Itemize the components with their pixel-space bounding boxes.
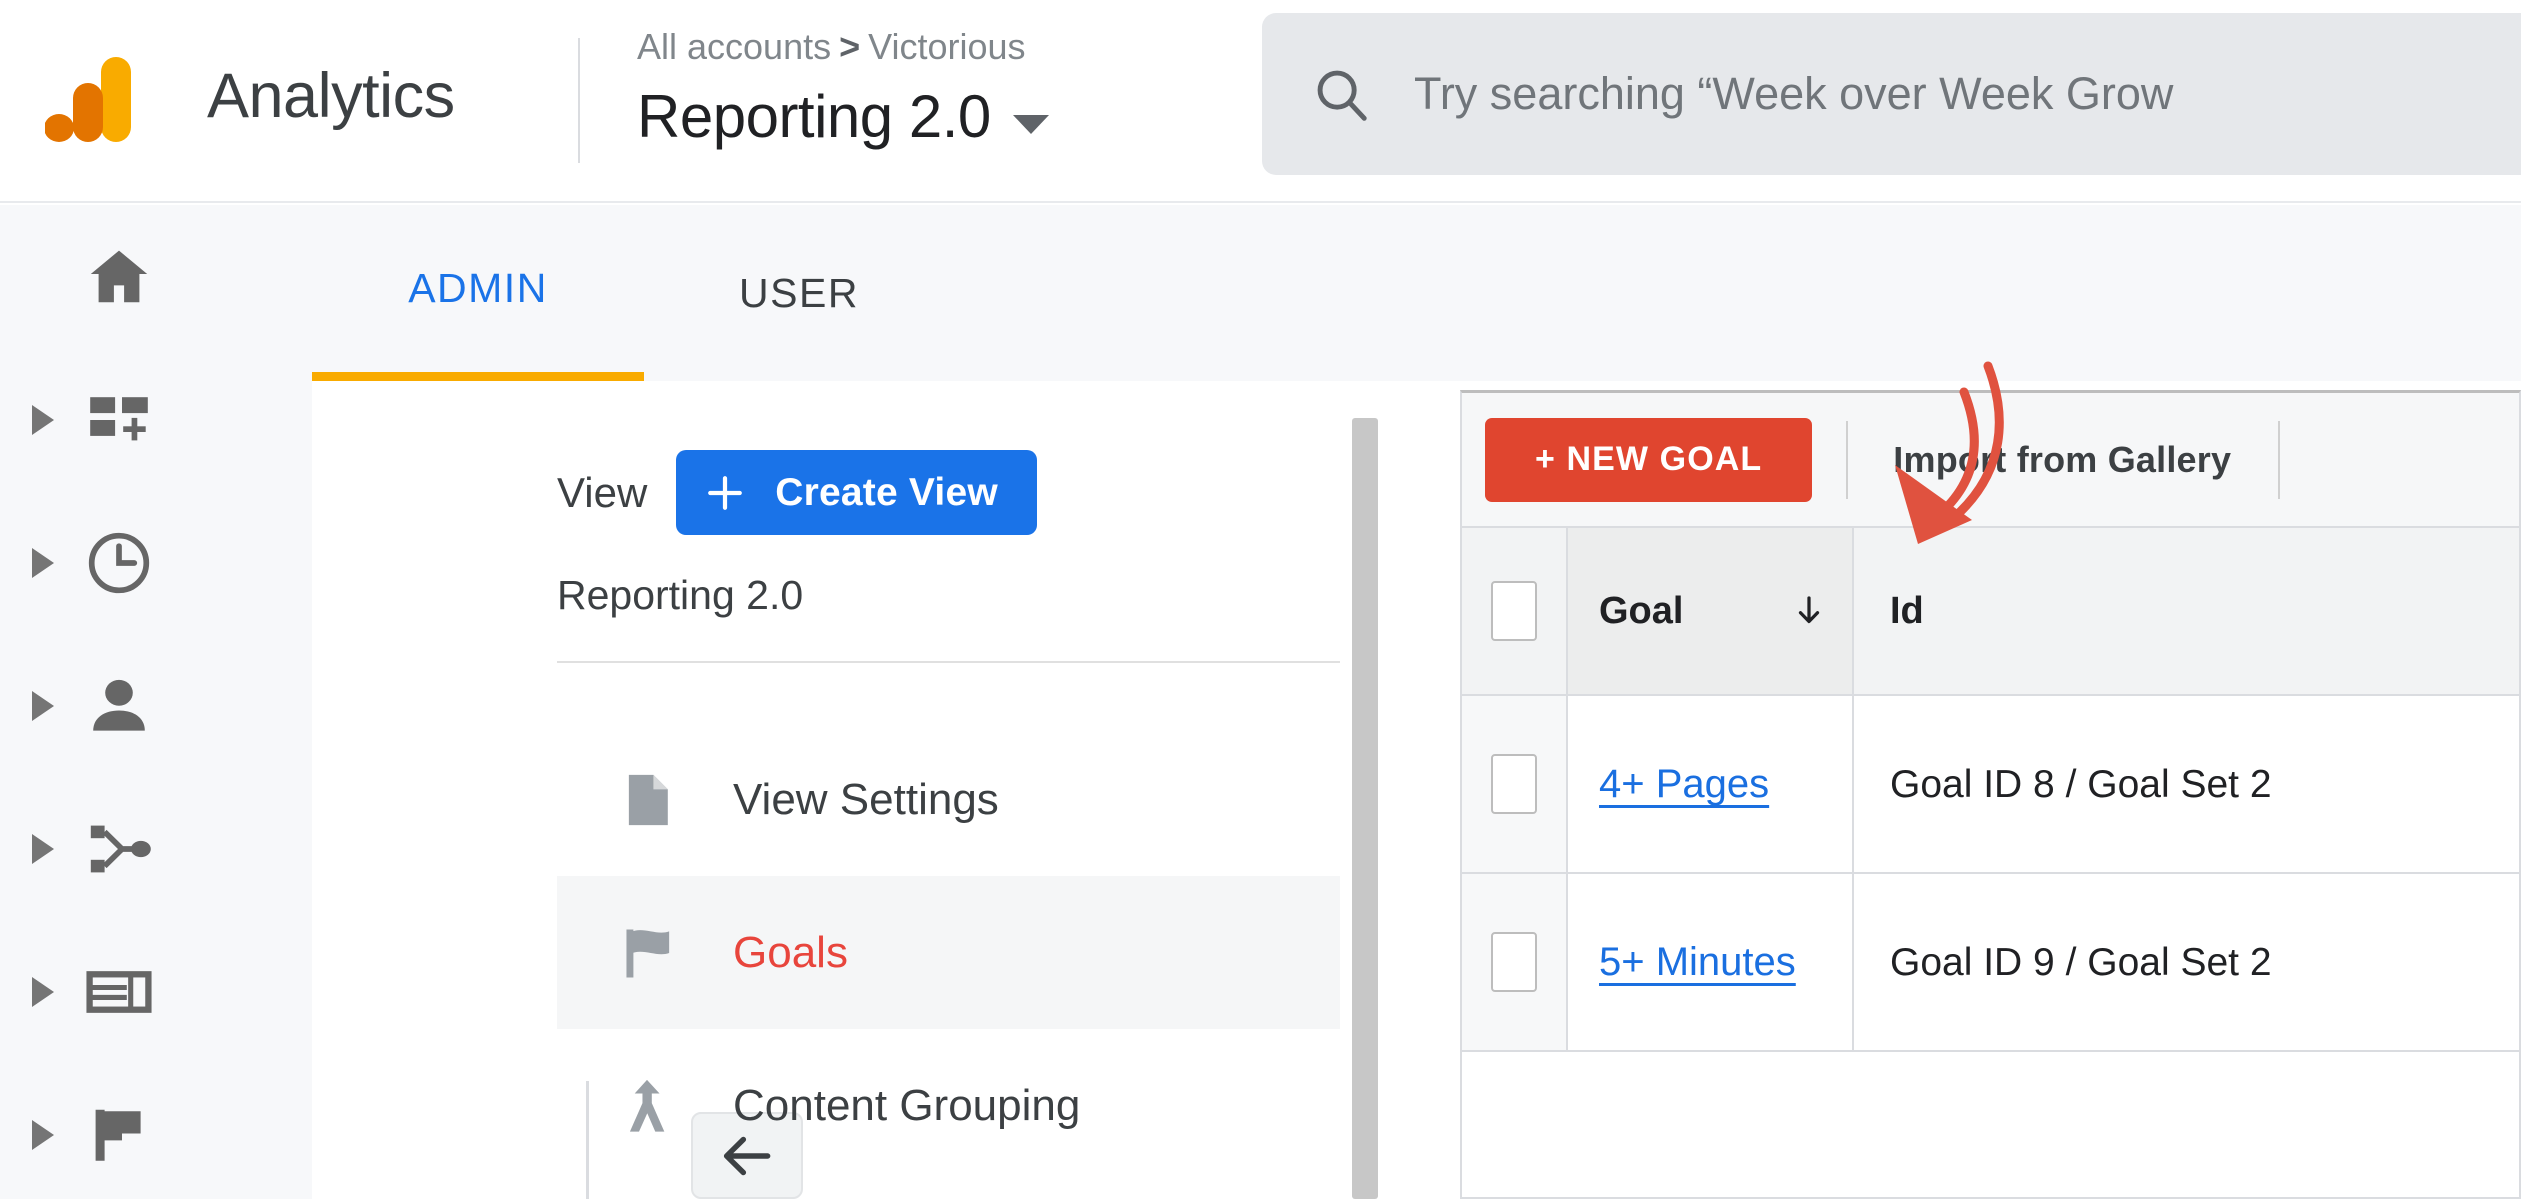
sidebar-item-audience[interactable] (0, 634, 312, 777)
app-title: Analytics (207, 56, 455, 136)
create-view-button[interactable]: Create View (676, 450, 1037, 535)
goals-table: Goal Id (1462, 528, 2521, 1052)
breadcrumb-separator: > (831, 26, 868, 67)
home-icon (83, 241, 155, 313)
row-checkbox[interactable] (1491, 932, 1537, 992)
panel-scrollbar-thumb[interactable] (1352, 418, 1378, 1199)
column-header-id-label: Id (1890, 587, 1924, 635)
customization-icon (83, 384, 155, 456)
sidebar-item-acquisition[interactable] (0, 777, 312, 920)
primary-navigation-rail (0, 205, 312, 1199)
new-goal-button[interactable]: + NEW GOAL (1485, 418, 1812, 502)
view-menu-item-view-settings[interactable]: View Settings (557, 723, 1340, 876)
tab-user[interactable]: USER (644, 205, 954, 381)
search-input[interactable] (1414, 64, 2521, 124)
share-branch-icon (83, 813, 155, 885)
arrow-down-icon[interactable] (1792, 592, 1826, 630)
column-header-id[interactable]: Id (1854, 528, 2521, 694)
view-menu-item-label: Goals (733, 925, 848, 981)
app-header: Analytics All accounts>Victorious Report… (0, 0, 2521, 203)
row-select-cell[interactable] (1462, 874, 1566, 1050)
column-header-goal[interactable]: Goal (1566, 528, 1854, 694)
view-settings-panel: View Create View Reporting 2.0 (312, 381, 1402, 1199)
goal-link[interactable]: 5+ Minutes (1599, 936, 1796, 988)
view-menu-item-label: View Settings (733, 772, 999, 828)
flag-icon (83, 1099, 155, 1171)
goal-id-cell: Goal ID 8 / Goal Set 2 (1854, 696, 2521, 872)
chevron-down-icon[interactable] (1013, 115, 1049, 134)
analytics-admin-screen: Analytics All accounts>Victorious Report… (0, 0, 2521, 1199)
toolbar-divider (1846, 421, 1848, 499)
search-bar[interactable] (1262, 13, 2521, 175)
expand-arrow-icon[interactable] (32, 834, 54, 864)
flag-icon (615, 921, 679, 985)
clock-icon (83, 527, 155, 599)
breadcrumb-account[interactable]: Victorious (868, 26, 1025, 67)
tab-admin[interactable]: ADMIN (312, 205, 644, 381)
create-view-label: Create View (775, 471, 998, 515)
sidebar-item-behavior[interactable] (0, 920, 312, 1063)
plus-icon (702, 470, 748, 516)
row-select-cell[interactable] (1462, 696, 1566, 872)
goal-id-text: Goal ID 8 / Goal Set 2 (1890, 758, 2272, 811)
expand-arrow-icon[interactable] (32, 691, 54, 721)
page-title: Reporting 2.0 (637, 80, 991, 154)
view-header-row: View Create View (557, 450, 1037, 535)
person-icon (83, 670, 155, 742)
google-analytics-logo (45, 57, 140, 142)
sidebar-item-conversions[interactable] (0, 1063, 312, 1199)
view-menu-item-goals[interactable]: Goals (557, 876, 1340, 1029)
expand-arrow-icon[interactable] (32, 1120, 54, 1150)
breadcrumb-all-accounts[interactable]: All accounts (637, 26, 831, 67)
view-selector[interactable]: Reporting 2.0 (637, 80, 1049, 154)
toolbar-divider (2278, 421, 2280, 499)
goal-name-cell: 4+ Pages (1566, 696, 1854, 872)
breadcrumb[interactable]: All accounts>Victorious (637, 23, 1026, 71)
sidebar-item-realtime[interactable] (0, 491, 312, 634)
expand-arrow-icon[interactable] (32, 977, 54, 1007)
goals-table-card: + NEW GOAL Import from Gallery Goal (1460, 390, 2521, 1199)
table-header-row: Goal Id (1462, 528, 2521, 696)
goals-table-header: Goal Id (1462, 528, 2521, 696)
view-section-label: View (557, 467, 647, 519)
goal-name-cell: 5+ Minutes (1566, 874, 1854, 1050)
search-icon (1310, 63, 1372, 125)
goals-toolbar: + NEW GOAL Import from Gallery (1462, 393, 2521, 528)
view-menu-item-content-grouping[interactable]: Content Grouping (557, 1029, 1340, 1182)
expand-arrow-icon[interactable] (32, 405, 54, 435)
table-row[interactable]: 5+ Minutes Goal ID 9 / Goal Set 2 (1462, 874, 2521, 1052)
sidebar-item-home[interactable] (0, 205, 312, 348)
person-walking-icon (615, 1074, 679, 1138)
window-layout-icon (83, 956, 155, 1028)
main-content: ADMIN USER View Create View Reporting 2.… (312, 205, 2521, 1199)
goal-link[interactable]: 4+ Pages (1599, 758, 1769, 810)
admin-user-tabstrip: ADMIN USER (312, 205, 2521, 381)
goals-table-body: 4+ Pages Goal ID 8 / Goal Set 2 5+ Minut… (1462, 696, 2521, 1052)
import-from-gallery-button[interactable]: Import from Gallery (1893, 439, 2231, 481)
select-all-cell[interactable] (1462, 528, 1566, 694)
select-all-checkbox[interactable] (1491, 581, 1537, 641)
goal-id-text: Goal ID 9 / Goal Set 2 (1890, 936, 2272, 989)
document-icon (615, 768, 679, 832)
column-header-goal-label: Goal (1599, 587, 1683, 635)
table-row[interactable]: 4+ Pages Goal ID 8 / Goal Set 2 (1462, 696, 2521, 874)
view-menu-item-label: Content Grouping (733, 1078, 1080, 1134)
row-checkbox[interactable] (1491, 754, 1537, 814)
expand-arrow-icon[interactable] (32, 548, 54, 578)
goal-id-cell: Goal ID 9 / Goal Set 2 (1854, 874, 2521, 1050)
sidebar-item-customization[interactable] (0, 348, 312, 491)
view-divider (557, 661, 1340, 663)
header-divider (578, 38, 580, 163)
current-view-name: Reporting 2.0 (557, 569, 803, 621)
